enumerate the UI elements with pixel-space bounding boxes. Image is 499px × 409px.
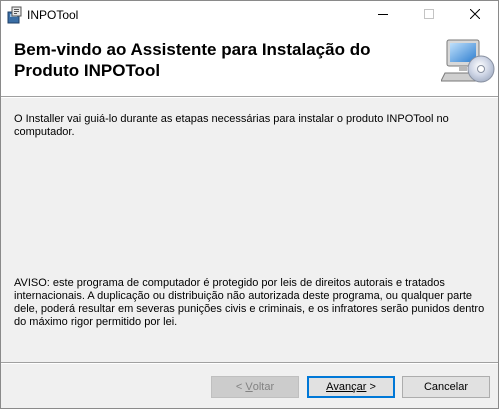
page-title-line2: Produto INPOTool [14,61,161,80]
header-divider-highlight [1,97,498,98]
installer-package-icon [7,6,23,24]
header-banner: Bem-vindo ao Assistente para Instalação … [1,30,498,96]
footer-divider-highlight [1,363,498,364]
cancel-button[interactable]: Cancelar [402,376,490,398]
close-icon [469,8,481,22]
window-title: INPOTool [27,8,79,22]
title-bar[interactable]: INPOTool [1,1,498,30]
computer-cd-icon [440,37,495,89]
minimize-button[interactable] [360,1,406,30]
copyright-warning: AVISO: este programa de computador é pro… [14,277,485,328]
back-button-mnemonic: V [245,381,253,393]
page-title-line1: Bem-vindo ao Assistente para Instalação … [14,40,371,59]
next-button-mnemonic: A [326,381,334,393]
back-button-label: oltar [252,381,275,393]
installer-window: INPOTool Bem-vindo ao Assistente para In… [0,0,499,409]
next-button[interactable]: Avançar > [307,376,395,398]
maximize-button[interactable] [406,1,452,30]
intro-text: O Installer vai guiá-lo durante as etapa… [14,113,449,138]
back-button-prefix: < [235,381,246,393]
maximize-icon [424,9,434,22]
page-title: Bem-vindo ao Assistente para Instalação … [14,39,414,81]
next-button-suffix: > [366,381,376,393]
minimize-icon [378,9,388,22]
back-button[interactable]: < Voltar [211,376,299,398]
close-button[interactable] [452,1,498,30]
next-button-label: vançar [333,381,367,393]
